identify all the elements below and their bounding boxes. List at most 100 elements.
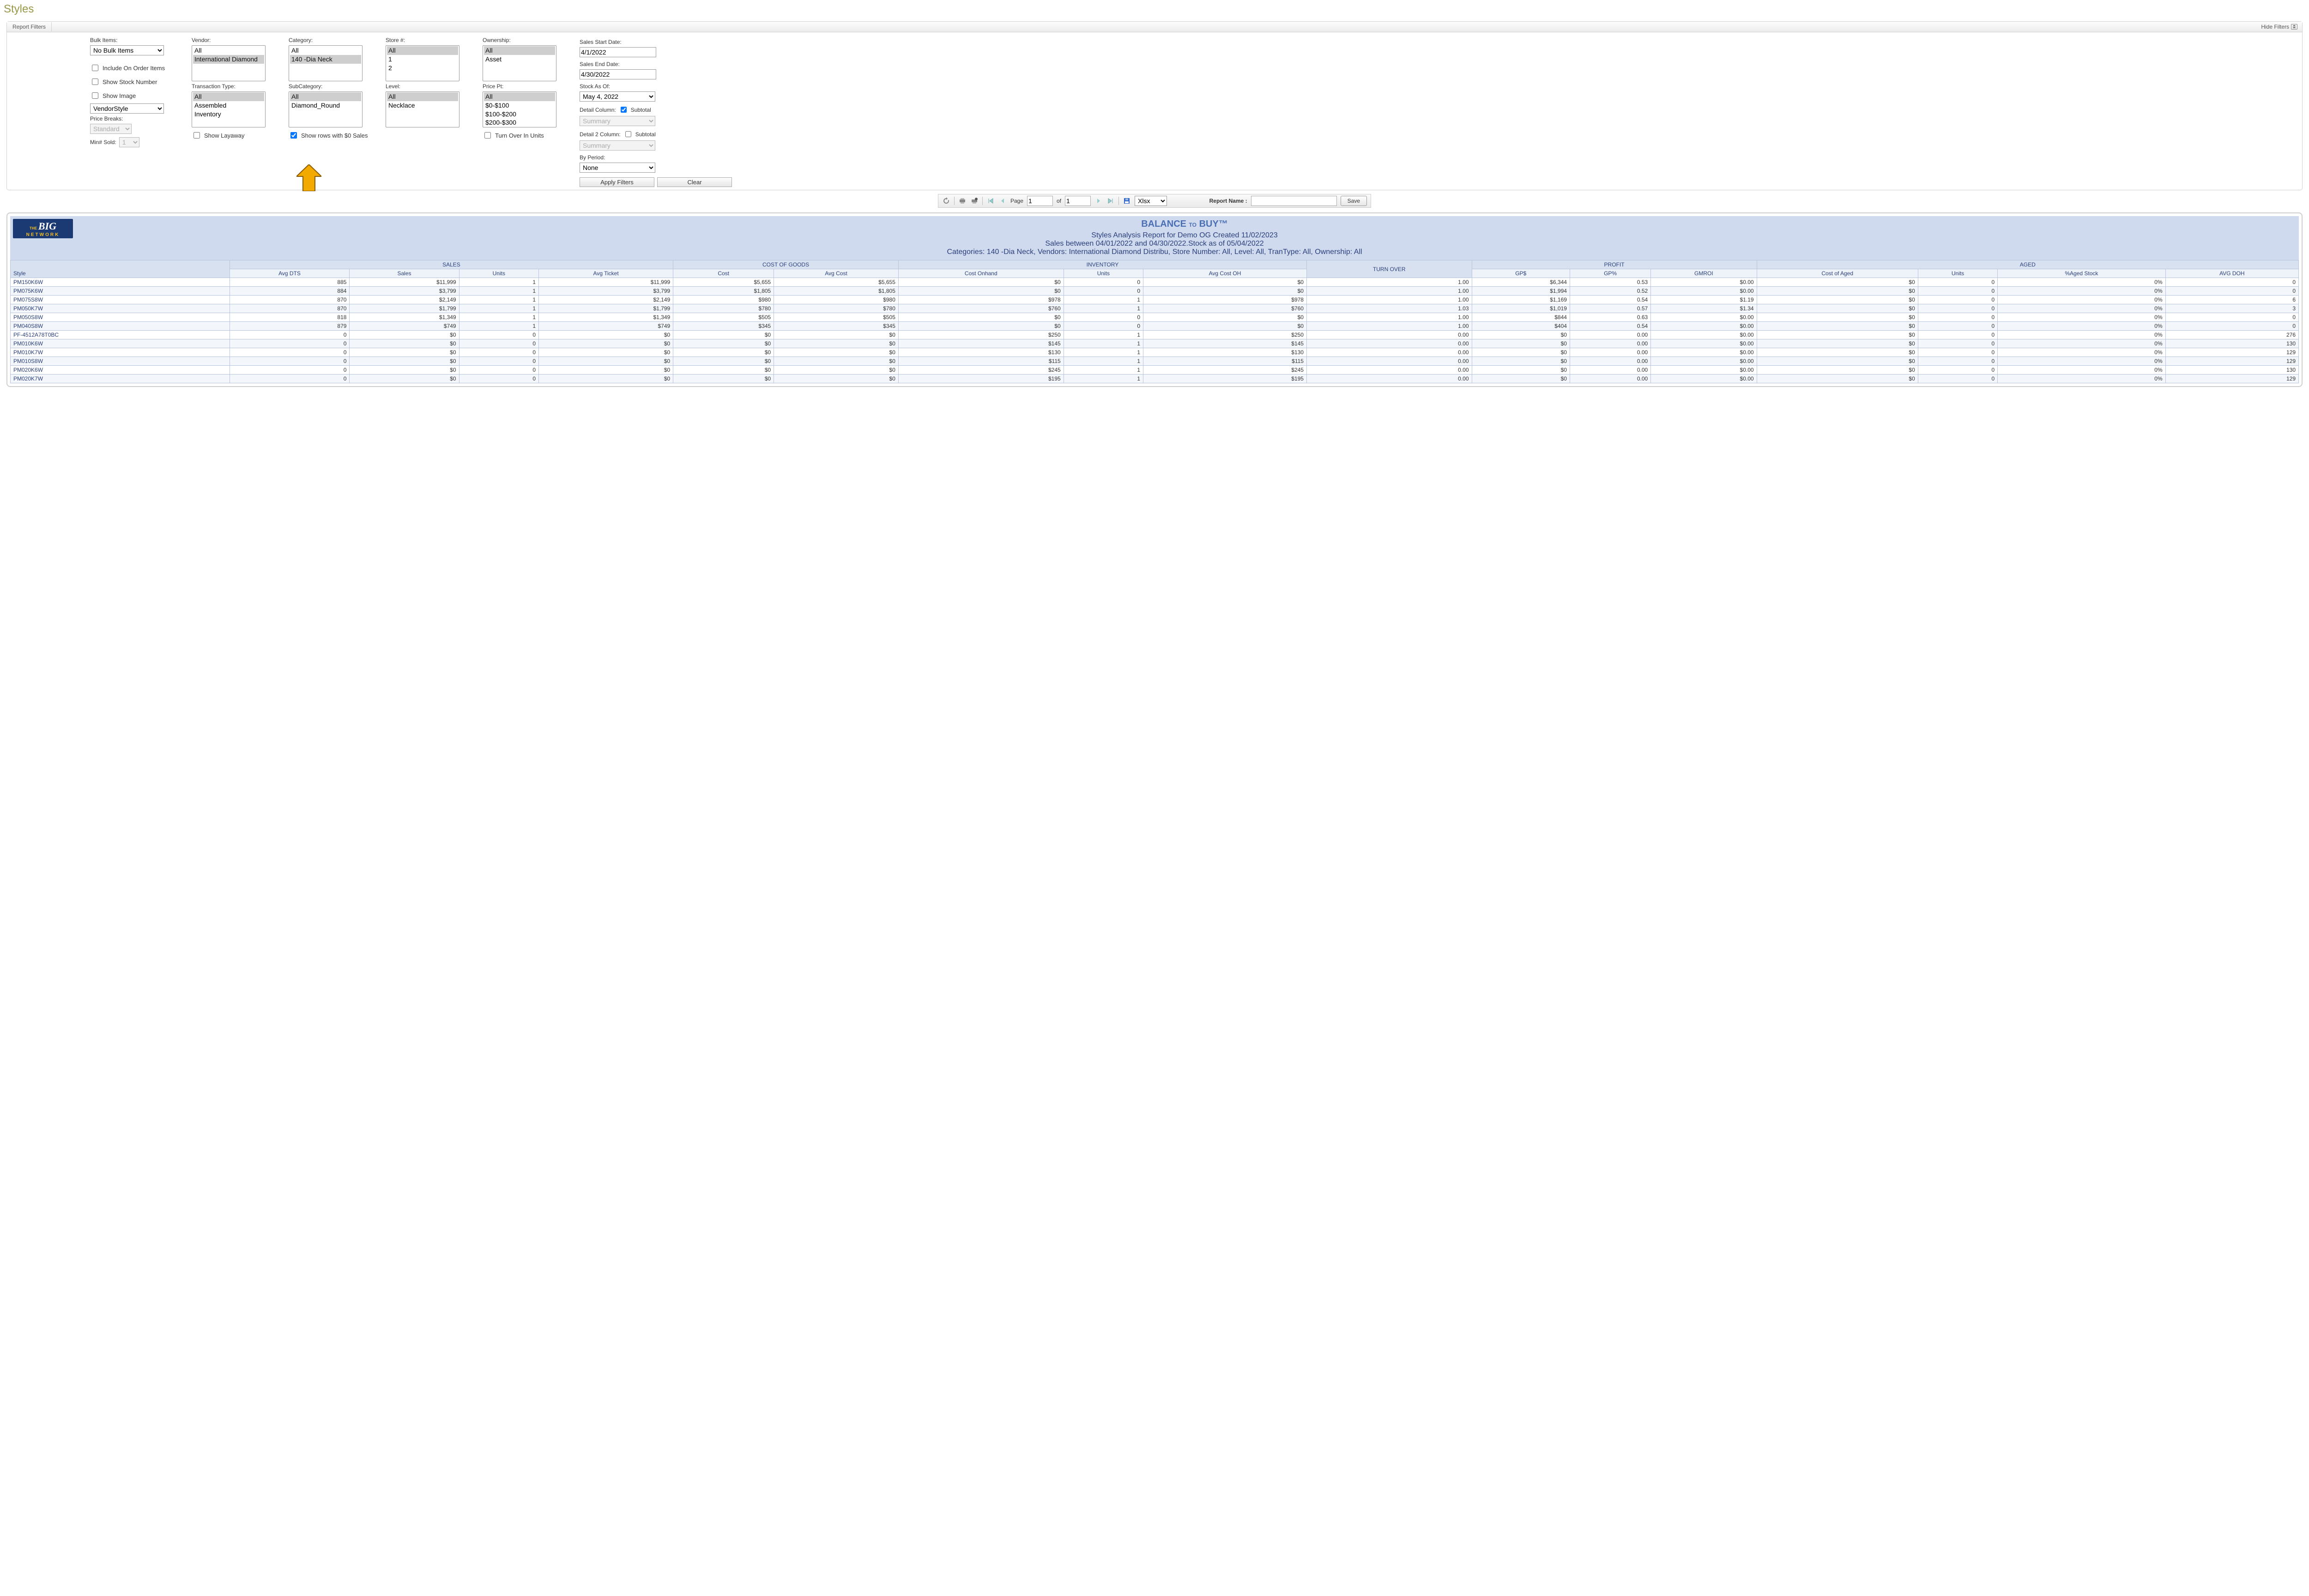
transaction-type-listbox[interactable]: All Assembled Inventory [192,91,266,127]
subcategory-listbox[interactable]: All Diamond_Round [289,91,363,127]
col-sales[interactable]: Sales [350,269,459,278]
bulk-items-select[interactable]: No Bulk Items [90,45,164,55]
data-cell: 0 [230,331,350,339]
style-cell[interactable]: PM010K6W [11,339,230,348]
col-avgcost[interactable]: Avg Cost [774,269,899,278]
data-cell: $0 [774,348,899,357]
data-cell: 1.00 [1306,322,1472,331]
data-cell: 1 [1064,366,1143,375]
col-costonhand[interactable]: Cost Onhand [898,269,1064,278]
print-page-icon[interactable] [970,197,979,205]
category-listbox[interactable]: All 140 -Dia Neck [289,45,363,81]
table-row: PM010K6W0$00$0$0$0$1451$1450.00$00.00$0.… [11,339,2299,348]
clear-button[interactable]: Clear [657,177,732,187]
refresh-icon[interactable] [942,197,950,205]
col-costaged[interactable]: Cost of Aged [1757,269,1918,278]
col-invunits[interactable]: Units [1064,269,1143,278]
col-gp[interactable]: GP$ [1472,269,1570,278]
col-pctaged[interactable]: %Aged Stock [1998,269,2165,278]
style-cell[interactable]: PM050S8W [11,313,230,322]
style-by-select[interactable]: VendorStyle [90,103,164,114]
save-disk-icon[interactable] [1123,197,1131,205]
show-layaway-checkbox[interactable] [193,132,200,139]
dates-column: Sales Start Date: Sales End Date: Stock … [580,37,737,187]
style-cell[interactable]: PF-4512A78T0BC [11,331,230,339]
sales-end-input[interactable] [580,69,656,79]
style-cell[interactable]: PM150K6W [11,278,230,287]
style-cell[interactable]: PM020K7W [11,375,230,383]
detail-subtotal-checkbox[interactable] [621,107,627,113]
style-cell[interactable]: PM040S8W [11,322,230,331]
col-avgcostoh[interactable]: Avg Cost OH [1143,269,1307,278]
turnover-units-checkbox[interactable] [484,132,491,139]
col-units[interactable]: Units [459,269,538,278]
col-avgdts[interactable]: Avg DTS [230,269,350,278]
col-cost[interactable]: Cost [673,269,774,278]
data-cell: $844 [1472,313,1570,322]
style-cell[interactable]: PM075S8W [11,296,230,304]
show-image-checkbox[interactable] [92,92,98,99]
report-subtitle-3: Categories: 140 -Dia Neck, Vendors: Inte… [13,248,2296,256]
prev-page-icon[interactable] [998,197,1007,205]
first-page-icon[interactable] [986,197,995,205]
detail2-subtotal-checkbox[interactable] [625,131,631,137]
data-cell: $749 [350,322,459,331]
data-cell: 0% [1998,287,2165,296]
apply-filters-button[interactable]: Apply Filters [580,177,654,187]
data-cell: $2,149 [539,296,673,304]
data-cell: 0 [459,375,538,383]
data-cell: $760 [1143,304,1307,313]
save-button[interactable]: Save [1341,196,1367,206]
big-network-logo: THE BIG NETWORK [13,219,73,238]
style-cell[interactable]: PM010S8W [11,357,230,366]
report-filters-tab[interactable]: Report Filters [7,22,52,31]
data-cell: $749 [539,322,673,331]
last-page-icon[interactable] [1106,197,1115,205]
data-cell: 818 [230,313,350,322]
stock-asof-select[interactable]: May 4, 2022 [580,91,655,102]
price-breaks-select: Standard [90,124,132,134]
style-cell[interactable]: PM050K7W [11,304,230,313]
page-input[interactable] [1027,196,1053,206]
style-cell[interactable]: PM020K6W [11,366,230,375]
data-cell: 0 [459,348,538,357]
by-period-select[interactable]: None [580,163,655,173]
hide-filters-link[interactable]: Hide Filters [2256,22,2302,31]
data-cell: $0 [673,366,774,375]
col-style[interactable]: Style [11,260,230,278]
data-cell: 0 [2165,322,2298,331]
export-format-select[interactable]: Xlsx [1135,196,1167,206]
ownership-listbox[interactable]: All Asset [483,45,556,81]
data-cell: $0 [673,339,774,348]
data-cell: $505 [673,313,774,322]
data-cell: $245 [1143,366,1307,375]
data-cell: $0.00 [1651,339,1757,348]
include-on-order-checkbox[interactable] [92,65,98,71]
col-avgdoh[interactable]: AVG DOH [2165,269,2298,278]
data-cell: 1.00 [1306,287,1472,296]
group-sales: SALES [230,260,673,269]
show-zero-sales-checkbox[interactable] [290,132,297,139]
style-cell[interactable]: PM075K6W [11,287,230,296]
sales-start-input[interactable] [580,47,656,57]
print-icon[interactable] [958,197,967,205]
data-cell: $0 [539,339,673,348]
vendor-listbox[interactable]: All International Diamond [192,45,266,81]
report-name-input[interactable] [1251,196,1337,206]
data-cell: $115 [1143,357,1307,366]
col-gmroi[interactable]: GMROI [1651,269,1757,278]
level-listbox[interactable]: All Necklace [386,91,459,127]
report-table: Style SALES COST OF GOODS INVENTORY TURN… [10,260,2299,383]
show-stock-number-checkbox[interactable] [92,79,98,85]
data-cell: $0 [1472,339,1570,348]
data-cell: 0.00 [1570,375,1650,383]
pricept-listbox[interactable]: All $0-$100 $100-$200 $200-$300 [483,91,556,127]
col-agedunits[interactable]: Units [1918,269,1997,278]
col-avgticket[interactable]: Avg Ticket [539,269,673,278]
col-gpp[interactable]: GP% [1570,269,1650,278]
page-title: Styles [0,0,2309,21]
style-cell[interactable]: PM010K7W [11,348,230,357]
store-listbox[interactable]: All 1 2 [386,45,459,81]
next-page-icon[interactable] [1094,197,1103,205]
vendor-label: Vendor: [192,37,279,43]
